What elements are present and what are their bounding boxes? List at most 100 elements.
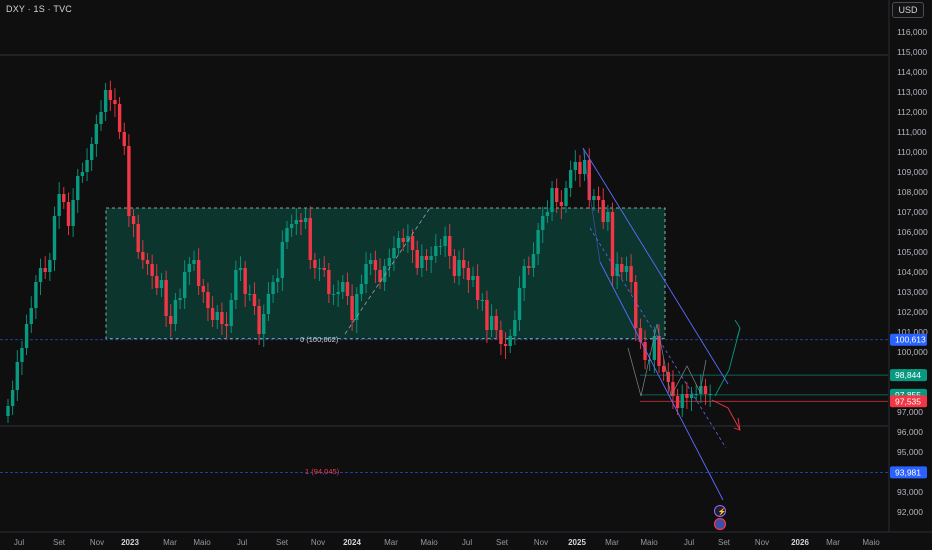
candle-body [57,194,61,216]
candle-body [457,260,461,276]
candle-body [271,282,275,294]
candle-body [201,286,205,292]
candle-body [652,336,657,360]
candle-body [85,160,89,172]
candle-body [196,260,201,286]
price-tick-label: 115,000 [897,47,927,57]
price-tag-label: 93,981 [895,467,921,477]
candle-body [48,260,52,272]
candle-body [299,220,303,222]
price-tick-label: 112,000 [897,107,927,117]
candle-body [606,212,610,222]
candle-body [434,246,438,256]
candle-body [122,132,126,146]
time-axis: Jul Set Nov 2023 Mar Maio Jul Set Nov 2024 Mar Maio… [14,538,880,547]
candle-body [280,242,285,278]
candle-body [471,276,475,280]
candle-body [685,394,689,398]
price-tick-label: 100,000 [897,347,928,357]
time-tick-label: Jul [462,538,472,547]
fib-level-label: 1 (94,045) [305,467,340,476]
candle-body [345,282,350,296]
candle-body [90,144,94,160]
candle-body [703,386,708,394]
time-tick-label: Mar [605,538,619,547]
time-tick-label: Maio [862,538,880,547]
candle-body [396,238,401,248]
candle-body [522,266,526,288]
candle-body [675,396,680,408]
candle-body [103,90,108,112]
time-tick-label: Mar [163,538,177,547]
time-tick-label: Nov [311,538,325,547]
candle-body [210,308,215,320]
time-tick-label: Nov [534,538,548,547]
candle-body [555,188,559,202]
candle-body [364,264,368,284]
price-chart[interactable]: 0 (100,662)1 (94,045) 92,00093,00094,000… [0,0,932,550]
candle-body [303,218,308,222]
price-tick-label: 116,000 [897,27,927,37]
candle-body [62,194,66,202]
candle-body [341,282,345,292]
price-tick-label: 95,000 [897,447,923,457]
candle-body [117,104,122,132]
time-tick-label: Mar [384,538,398,547]
economic-event-icon[interactable] [713,517,727,531]
candle-body [317,268,322,269]
event-icons[interactable]: ⚡ [713,505,727,531]
candle-body [215,312,219,320]
candle-body [503,344,508,346]
candle-body [545,212,550,216]
time-tick-label: Jul [684,538,694,547]
candle-body [145,260,150,264]
price-tick-label: 103,000 [897,287,928,297]
price-tick-label: 105,000 [897,247,928,257]
candle-body [52,216,57,260]
time-tick-label: 2026 [791,538,809,547]
candle-body [596,196,601,200]
price-tag-label: 97,535 [895,396,921,406]
candle-body [443,236,447,246]
candle-body [94,124,99,144]
candle-body [289,224,294,228]
time-tick-label: 2024 [343,538,361,547]
candle-body [238,268,243,270]
candle-body [373,260,378,270]
candle-body [262,314,266,334]
candle-body [462,260,466,268]
candle-body [359,284,364,294]
candle-body [108,90,112,100]
time-tick-label: Maio [193,538,211,547]
candle-body [294,220,298,224]
time-tick-label: Set [276,538,289,547]
candle-body [248,294,252,295]
candle-body [466,268,471,280]
bullish-projection [714,327,741,397]
candle-body [592,196,596,200]
candle-body [308,218,312,260]
fib-level-label: 0 (100,662) [300,335,339,344]
time-tick-label: Mar [826,538,840,547]
candle-body [276,278,280,282]
candle-body [420,256,424,268]
candle-body [141,252,145,260]
candle-body [206,292,210,308]
candle-body [499,330,503,344]
candle-body [252,294,257,306]
candle-body [480,300,484,301]
candle-body [438,246,443,247]
candle-body [131,216,136,224]
candle-body [517,288,522,320]
candle-body [634,282,638,328]
candle-body [448,236,452,256]
candle-body [415,250,419,268]
price-tick-label: 114,000 [897,67,927,77]
candle-body [285,228,289,242]
candle-body [173,300,178,324]
candle-body [629,266,633,282]
candle-body [155,276,159,288]
candle-body [429,256,433,260]
candle-body [494,316,498,330]
price-tick-label: 102,000 [897,307,928,317]
